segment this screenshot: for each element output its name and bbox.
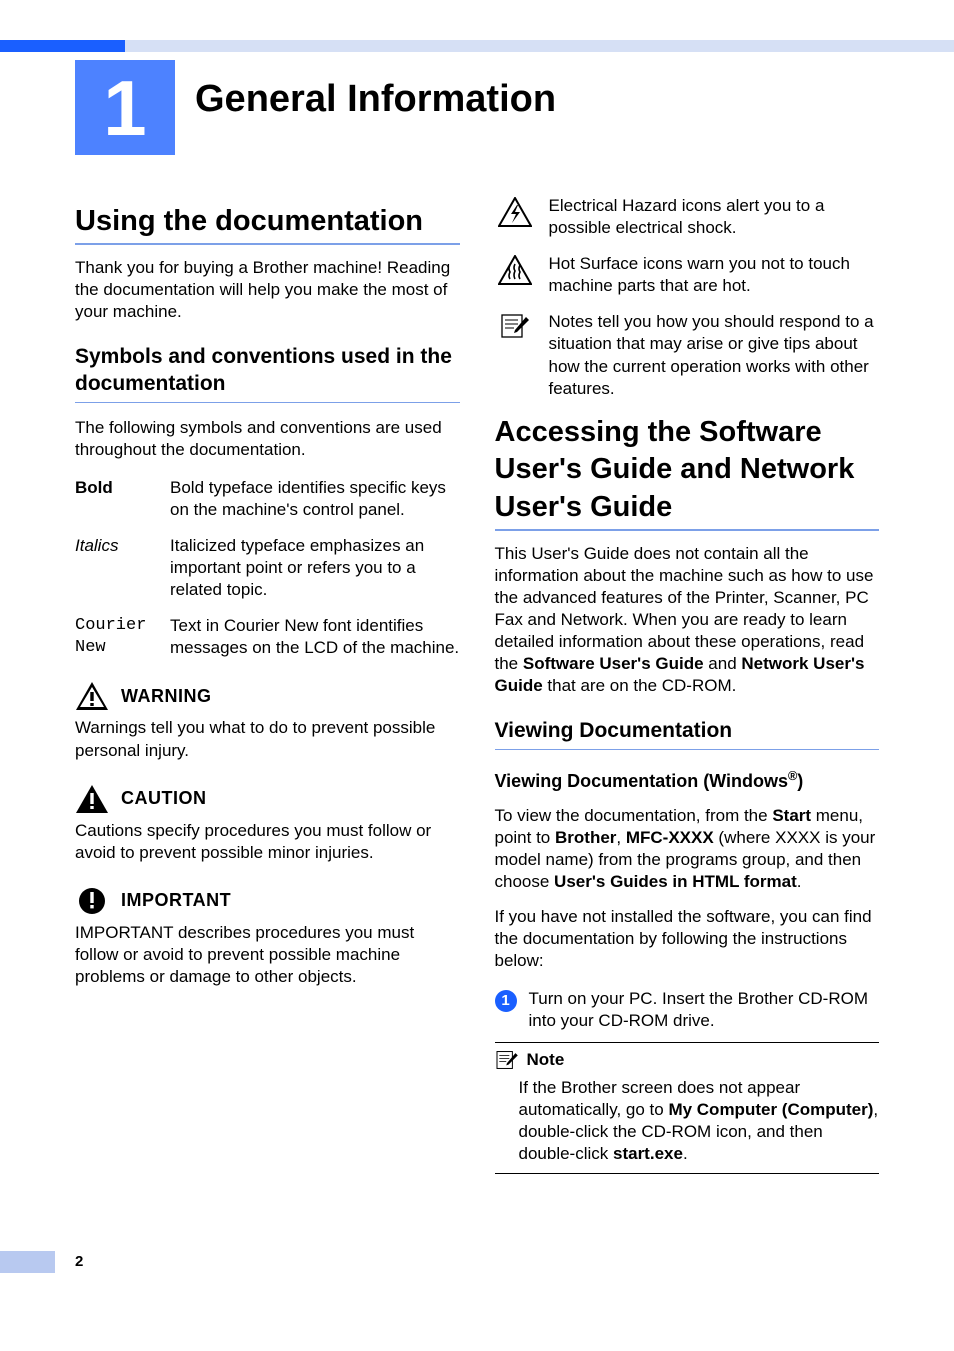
right-column: Electrical Hazard icons alert you to a p… [495,195,880,1174]
alert-important: IMPORTANT IMPORTANT describes procedures… [75,886,460,988]
note-startexe: start.exe [613,1144,683,1163]
electrical-text: Electrical Hazard icons alert you to a p… [549,195,880,239]
important-body: IMPORTANT describes procedures you must … [75,922,460,988]
note-block: Note If the Brother screen does not appe… [495,1042,880,1174]
subsection-viewing: Viewing Documentation [495,717,880,749]
note-icon [495,1050,519,1070]
symbol-row-courier: Courier New Text in Courier New font ide… [75,615,460,659]
view-brother: Brother [555,828,616,847]
caution-triangle-icon [75,784,109,814]
chapter-title: General Information [195,75,556,124]
note-e: . [683,1144,688,1163]
symbol-desc-courier: Text in Courier New font identifies mess… [170,615,460,659]
accessing-software-guide: Software User's Guide [523,654,704,673]
viewing-windows-heading: Viewing Documentation (Windows®) [495,768,880,793]
step-number-badge: 1 [495,990,517,1012]
header-bar-light [125,40,954,52]
warning-body: Warnings tell you what to do to prevent … [75,717,460,761]
accessing-text-e: that are on the CD-ROM. [543,676,737,695]
symbol-row-italics: Italics Italicized typeface emphasizes a… [75,535,460,601]
viewing-paragraph: To view the documentation, from the Star… [495,805,880,893]
view-i: . [797,872,802,891]
registered-mark: ® [788,769,797,783]
symbol-row-bold: Bold Bold typeface identifies specific k… [75,477,460,521]
accessing-paragraph: This User's Guide does not contain all t… [495,543,880,698]
alert-warning: WARNING Warnings tell you what to do to … [75,681,460,761]
note-pencil-icon [495,311,535,399]
symbol-desc-italics: Italicized typeface emphasizes an import… [170,535,460,601]
symbol-label-courier: Courier New [75,615,170,659]
symbols-lead: The following symbols and conventions ar… [75,417,460,461]
section-accessing: Accessing the Software User's Guide and … [495,414,880,531]
hot-text: Hot Surface icons warn you not to touch … [549,253,880,297]
notes-text: Notes tell you how you should respond to… [549,311,880,399]
icon-row-hot: Hot Surface icons warn you not to touch … [495,253,880,297]
note-title: Note [527,1049,565,1071]
warning-title: WARNING [121,685,212,708]
view-guides: User's Guides in HTML format [554,872,797,891]
symbol-label-italics: Italics [75,535,170,601]
content-columns: Using the documentation Thank you for bu… [75,195,879,1174]
view-a: To view the documentation, from the [495,806,773,825]
intro-paragraph: Thank you for buying a Brother machine! … [75,257,460,323]
view-e: , [616,828,625,847]
chapter-number: 1 [103,69,146,147]
symbol-desc-bold: Bold typeface identifies specific keys o… [170,477,460,521]
important-title: IMPORTANT [121,889,231,912]
alert-caution: CAUTION Cautions specify procedures you … [75,784,460,864]
header-bar-accent [0,40,125,52]
left-column: Using the documentation Thank you for bu… [75,195,460,1174]
hot-surface-icon [495,253,535,297]
view-mfc: MFC-XXXX [626,828,714,847]
viewing-h4-pre: Viewing Documentation (Windows [495,771,789,791]
symbol-label-bold: Bold [75,477,170,521]
noinstall-paragraph: If you have not installed the software, … [495,906,880,972]
accessing-text-c: and [704,654,742,673]
step-1: 1 Turn on your PC. Insert the Brother CD… [495,988,880,1032]
caution-body: Cautions specify procedures you must fol… [75,820,460,864]
warning-triangle-icon [75,681,109,711]
chapter-number-box: 1 [75,60,175,155]
icon-row-notes: Notes tell you how you should respond to… [495,311,880,399]
viewing-h4-post: ) [797,771,803,791]
step-1-text: Turn on your PC. Insert the Brother CD-R… [529,988,880,1032]
caution-title: CAUTION [121,787,207,810]
section-using-doc: Using the documentation [75,203,460,245]
page-tab [0,1251,55,1273]
page-number: 2 [75,1252,83,1272]
step-number: 1 [501,991,509,1011]
important-circle-icon [75,886,109,916]
view-start: Start [772,806,811,825]
electrical-hazard-icon [495,195,535,239]
note-body: If the Brother screen does not appear au… [495,1077,880,1165]
symbols-table: Bold Bold typeface identifies specific k… [75,477,460,660]
subsection-symbols: Symbols and conventions used in the docu… [75,343,460,403]
icon-row-electrical: Electrical Hazard icons alert you to a p… [495,195,880,239]
note-mycomputer: My Computer (Computer) [668,1100,873,1119]
